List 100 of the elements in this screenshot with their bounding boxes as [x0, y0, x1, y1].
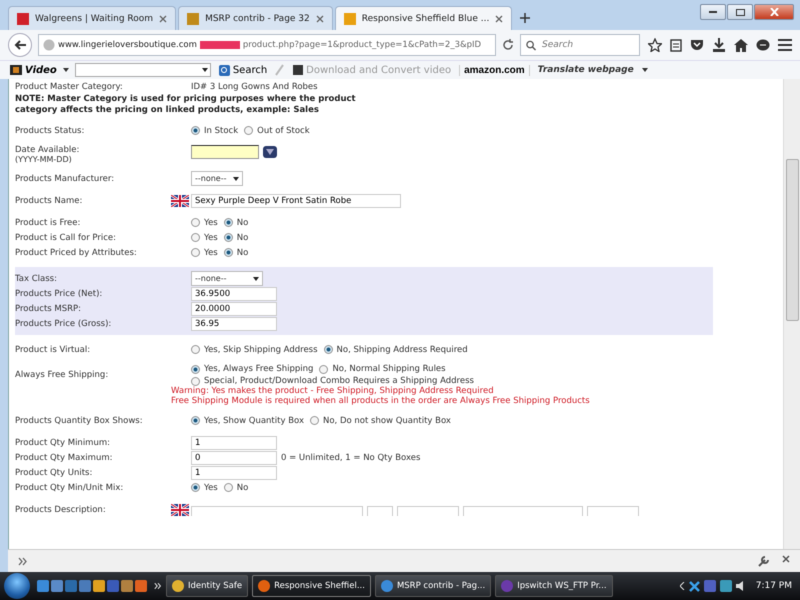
field-label: Products Name: [15, 196, 82, 206]
radio-label[interactable]: No [236, 218, 248, 228]
chat-icon[interactable] [756, 38, 770, 52]
close-icon[interactable] [159, 14, 168, 22]
browser-tab[interactable]: Walgreens | Waiting Room [8, 6, 176, 30]
tray-icon[interactable] [688, 580, 700, 592]
text-field[interactable]: Sexy Purple Deep V Front Satin Robe [191, 194, 401, 208]
radio-button[interactable] [191, 126, 200, 135]
field-label: Products Status: [15, 126, 84, 136]
field-label: Product Qty Maximum: [15, 452, 112, 462]
taskbar-button[interactable]: Ipswitch WS_FTP Pr... [495, 575, 613, 597]
caret-icon[interactable] [642, 68, 648, 72]
field-label: Product Qty Min/Unit Mix: [15, 482, 124, 492]
tray-icon[interactable] [704, 580, 716, 592]
new-tab-icon[interactable] [520, 13, 530, 23]
bookmark-star-icon[interactable] [648, 38, 662, 52]
radio-button[interactable] [319, 364, 328, 374]
radio-label[interactable]: No [236, 232, 248, 242]
close-button[interactable] [754, 4, 794, 20]
radio-button[interactable] [310, 416, 319, 425]
radio-button[interactable] [191, 345, 200, 354]
close-icon[interactable] [782, 555, 790, 563]
back-button[interactable] [8, 33, 32, 57]
radio-label[interactable]: Yes [204, 248, 218, 258]
radio-label[interactable]: Out of Stock [257, 126, 310, 136]
radio-button[interactable] [191, 376, 200, 386]
translate-button[interactable]: Translate webpage [536, 65, 636, 75]
radio-label[interactable]: No, Shipping Address Required [336, 344, 468, 354]
field-label: Products Manufacturer: [15, 174, 114, 184]
radio-label[interactable]: Yes, Show Quantity Box [204, 416, 304, 426]
close-icon[interactable] [316, 14, 324, 22]
text-field[interactable]: 20.0000 [191, 302, 277, 316]
radio-label[interactable]: No [236, 482, 248, 492]
app-icon [501, 580, 514, 592]
radio-label[interactable]: Yes, Skip Shipping Address [204, 344, 318, 354]
clipboard-icon[interactable] [670, 38, 682, 52]
taskbar-button[interactable]: MSRP contrib - Pag... [374, 575, 492, 597]
radio-button[interactable] [191, 233, 200, 242]
home-icon[interactable] [734, 38, 748, 52]
browser-tab[interactable]: MSRP contrib - Page 32 [178, 6, 333, 30]
text-field[interactable]: 36.95 [191, 316, 277, 330]
radio-label[interactable]: No, Normal Shipping Rules [332, 364, 446, 374]
maximize-button[interactable] [727, 4, 753, 20]
app-icon [380, 580, 393, 592]
back-arrow-icon [14, 40, 26, 50]
caret-icon[interactable] [62, 68, 69, 72]
radio-button[interactable] [191, 248, 200, 257]
radio-label[interactable]: Yes [204, 232, 218, 242]
maximize-icon [736, 8, 744, 16]
browser-tab[interactable]: Responsive Sheffield Blue ... [334, 6, 512, 30]
radio-label[interactable]: No [236, 248, 248, 258]
menu-icon[interactable] [778, 39, 792, 51]
dropdown[interactable]: --none-- [191, 271, 263, 286]
taskbar-button[interactable]: Identity Safe [166, 575, 248, 597]
text-field[interactable]: 1 [191, 466, 277, 480]
download-icon[interactable] [712, 38, 726, 52]
radio-label[interactable]: Special, Product/Download Combo Requires a Shipping Address [204, 376, 474, 386]
field-label: Products MSRP: [15, 304, 82, 314]
radio-button[interactable] [224, 248, 233, 257]
radio-button[interactable] [191, 483, 200, 492]
search-button[interactable]: Search [216, 64, 270, 76]
radio-label[interactable]: Yes [204, 482, 218, 492]
video-button[interactable]: Video [10, 64, 57, 76]
clock: 7:17 PM [756, 581, 792, 591]
pocket-icon[interactable] [690, 39, 704, 51]
address-bar[interactable]: www.lingerieloversboutique.com product.php?page=1&product_type=1&cPath=2_3&pID [38, 34, 496, 56]
radio-label[interactable]: Yes, Always Free Shipping [204, 364, 314, 374]
radio-label[interactable]: No, Do not show Quantity Box [323, 416, 451, 426]
text-field[interactable]: 36.9500 [191, 286, 277, 300]
dropdown[interactable]: --none-- [191, 171, 243, 186]
site-icon [17, 12, 29, 24]
search-field[interactable]: Search [540, 39, 634, 51]
radio-button[interactable] [191, 416, 200, 425]
field-label: Products Quantity Box Shows: [15, 416, 143, 426]
radio-button[interactable] [224, 233, 233, 242]
radio-button[interactable] [224, 218, 233, 227]
wrench-icon[interactable] [758, 555, 770, 567]
start-button[interactable] [4, 573, 30, 599]
radio-button[interactable] [224, 483, 233, 492]
text-field[interactable]: 0 [191, 450, 277, 464]
chevron-icon[interactable] [680, 582, 685, 590]
radio-label[interactable]: Yes [204, 218, 218, 228]
search-icon [218, 64, 230, 76]
radio-button[interactable] [191, 218, 200, 227]
reload-icon[interactable] [502, 39, 514, 51]
radio-button[interactable] [191, 364, 200, 374]
radio-button[interactable] [244, 126, 254, 135]
radio-label[interactable]: In Stock [204, 126, 238, 136]
amazon-logo[interactable]: amazon.com [459, 64, 530, 76]
minimize-button[interactable] [700, 4, 726, 20]
note-text: NOTE: Master Category is used for pricing purposes where the product category affects the pricing on linked products, example: Sales [15, 94, 357, 116]
text-field[interactable]: 1 [191, 436, 277, 450]
radio-button[interactable] [324, 345, 333, 354]
close-icon[interactable] [495, 14, 504, 22]
search-field[interactable]: Search [520, 34, 640, 56]
taskbar-button[interactable]: Responsive Sheffiel... [252, 575, 371, 597]
calendar-button[interactable] [263, 146, 277, 158]
speaker-icon[interactable] [736, 581, 744, 591]
scrollbar[interactable] [783, 79, 800, 549]
date-field[interactable] [191, 145, 259, 159]
